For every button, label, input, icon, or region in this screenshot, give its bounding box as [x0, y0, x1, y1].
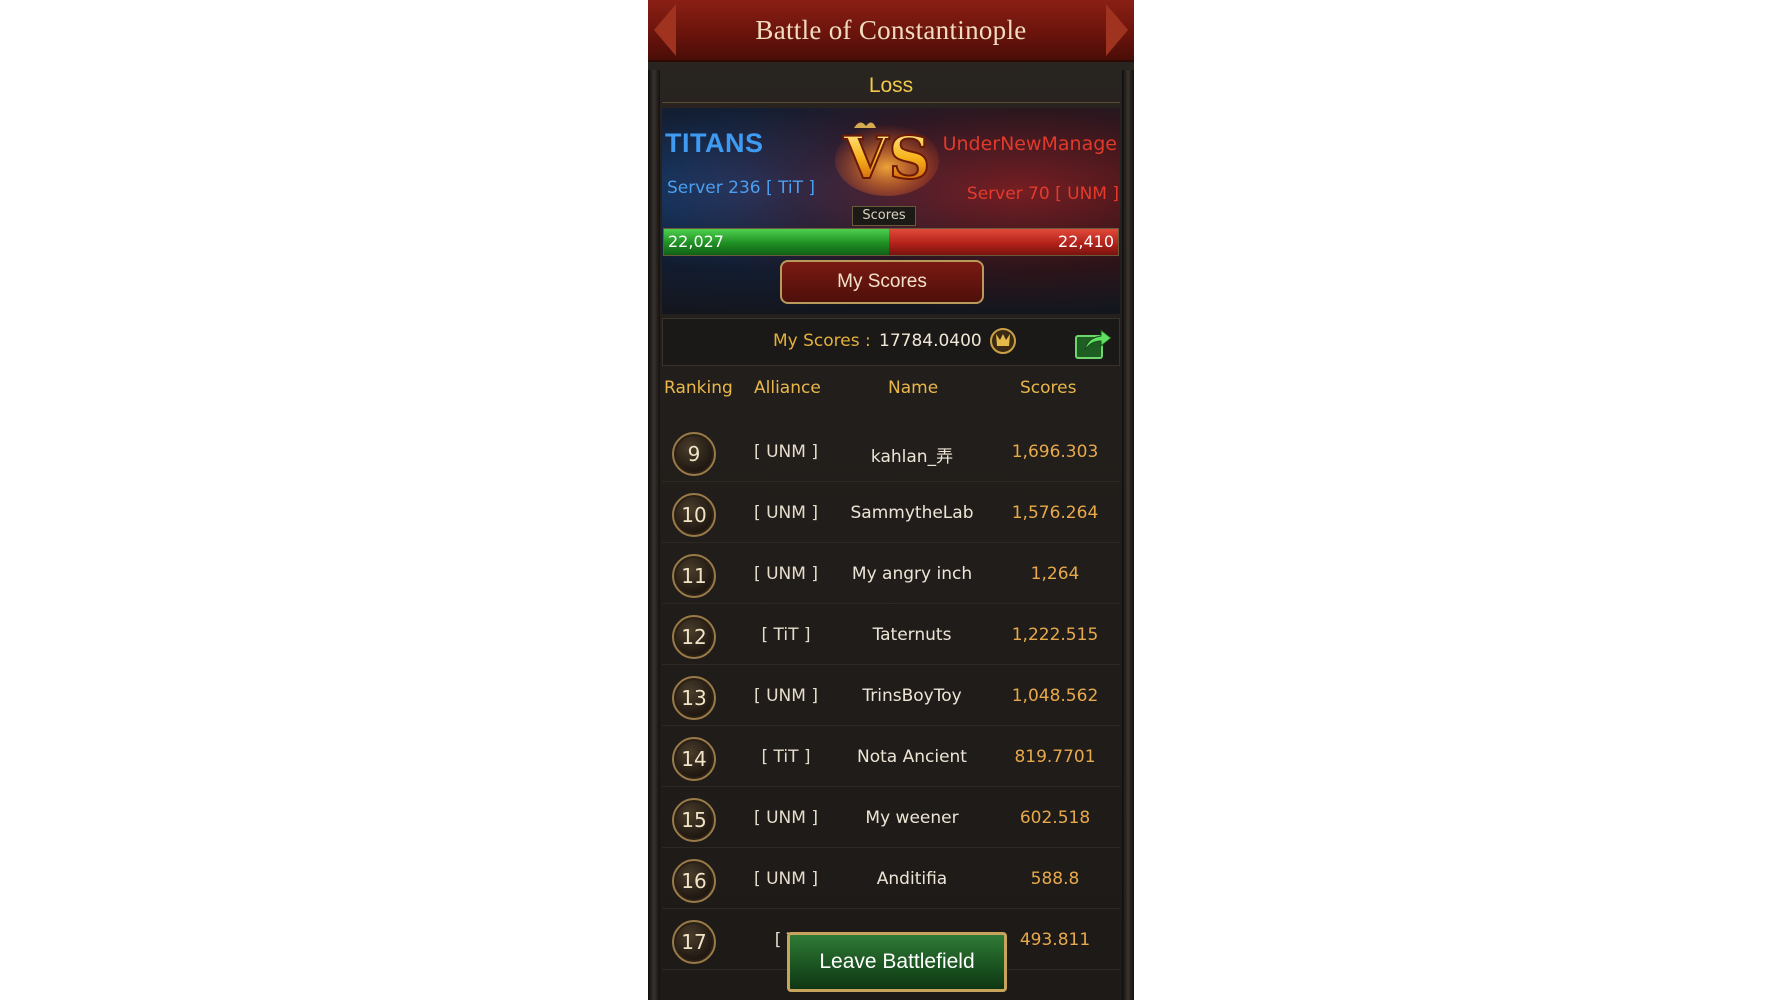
column-ranking: Ranking — [664, 378, 733, 398]
my-score-label: My Scores : — [773, 331, 871, 351]
my-score-value: 17784.0400 — [879, 331, 982, 351]
name-cell: My angry inch — [851, 564, 973, 584]
right-team-score: 22,410 — [1058, 232, 1114, 251]
table-row[interactable]: 14 [ TiT ] Nota Ancient 819.7701 — [662, 730, 1120, 787]
alliance-cell: [ UNM ] — [754, 808, 818, 828]
rank-medal: 14 — [672, 737, 716, 781]
name-cell: kahlan_弄 — [870, 447, 954, 467]
left-team-name: TITANS — [665, 128, 764, 158]
name-cell: Nota Ancient — [857, 747, 967, 767]
score-cell: 1,696.303 — [1011, 442, 1099, 462]
my-score-summary: My Scores : 17784.0400 — [662, 318, 1120, 366]
alliance-cell: [ UNM ] — [754, 564, 818, 584]
rank-medal: 16 — [672, 859, 716, 903]
score-cell: 819.7701 — [1014, 747, 1096, 767]
left-team-score: 22,027 — [668, 232, 724, 251]
right-team-name: UnderNewManage — [942, 133, 1117, 155]
my-scores-tab-label: My Scores — [837, 271, 927, 292]
rank-medal: 15 — [672, 798, 716, 842]
score-cell: 588.8 — [1030, 869, 1080, 889]
versus-section: TITANS Server 236 [ TiT ] UnderNewManage… — [662, 108, 1120, 314]
table-row[interactable]: 15 [ UNM ] My weener 602.518 — [662, 791, 1120, 848]
name-cell: SammytheLab — [850, 503, 974, 523]
column-alliance: Alliance — [754, 378, 821, 398]
right-team-server: Server 70 [ UNM ] — [966, 184, 1119, 204]
score-cell: 602.518 — [1019, 808, 1091, 828]
rank-medal: 12 — [672, 615, 716, 659]
vs-logo-icon: VS — [835, 122, 939, 196]
ranking-table-header: Ranking Alliance Name Scores — [662, 376, 1120, 404]
rank-medal: 11 — [672, 554, 716, 598]
table-row[interactable]: 12 [ TiT ] Taternuts 1,222.515 — [662, 608, 1120, 665]
score-cell: 493.811 — [1019, 930, 1091, 950]
battle-panel: Battle of Constantinople Loss TITANS Ser… — [648, 0, 1134, 1000]
frame-rail-right — [1122, 70, 1134, 1000]
rank-medal: 13 — [672, 676, 716, 720]
name-cell: Taternuts — [872, 625, 952, 645]
frame-rail-left — [648, 70, 660, 1000]
table-row[interactable]: 11 [ UNM ] My angry inch 1,264 — [662, 547, 1120, 604]
title-banner: Battle of Constantinople — [648, 0, 1134, 62]
score-cell: 1,576.264 — [1011, 503, 1099, 523]
my-scores-tab[interactable]: My Scores — [780, 260, 984, 304]
score-cell: 1,222.515 — [1011, 625, 1099, 645]
score-bar-right: 22,410 — [889, 229, 1118, 255]
leave-battlefield-button[interactable]: Leave Battlefield — [787, 932, 1007, 992]
alliance-cell: [ UNM ] — [754, 503, 818, 523]
table-row[interactable]: 9 [ UNM ] kahlan_弄 1,696.303 — [662, 425, 1120, 482]
left-team-server: Server 236 [ TiT ] — [667, 178, 816, 198]
score-bar-left: 22,027 — [664, 229, 890, 255]
share-icon[interactable] — [1073, 324, 1113, 360]
table-row[interactable]: 13 [ UNM ] TrinsBoyToy 1,048.562 — [662, 669, 1120, 726]
table-row[interactable]: 16 [ UNM ] Anditifia 588.8 — [662, 852, 1120, 909]
alliance-cell: [ UNM ] — [754, 869, 818, 889]
name-cell: Anditifia — [876, 869, 948, 889]
leave-battlefield-label: Leave Battlefield — [819, 950, 975, 973]
rank-medal: 10 — [672, 493, 716, 537]
name-cell: My weener — [865, 808, 959, 828]
column-scores: Scores — [1020, 378, 1077, 398]
column-name: Name — [888, 378, 939, 398]
name-cell: TrinsBoyToy — [862, 686, 962, 706]
scores-caption: Scores — [852, 206, 916, 226]
alliance-cell: [ UNM ] — [754, 686, 818, 706]
alliance-cell: [ TiT ] — [761, 625, 811, 645]
score-cell: 1,264 — [1030, 564, 1080, 584]
score-cell: 1,048.562 — [1011, 686, 1099, 706]
table-row[interactable]: 10 [ UNM ] SammytheLab 1,576.264 — [662, 486, 1120, 543]
page-title: Battle of Constantinople — [755, 14, 1027, 45]
vs-text: VS — [843, 124, 931, 192]
score-bar: 22,027 22,410 — [663, 228, 1119, 256]
battle-result: Loss — [662, 70, 1120, 103]
alliance-cell: [ TiT ] — [761, 747, 811, 767]
alliance-cell: [ UNM ] — [754, 442, 818, 462]
rank-medal: 9 — [672, 432, 716, 476]
rank-medal: 17 — [672, 920, 716, 964]
trophy-icon — [990, 328, 1016, 354]
result-label: Loss — [868, 74, 914, 97]
